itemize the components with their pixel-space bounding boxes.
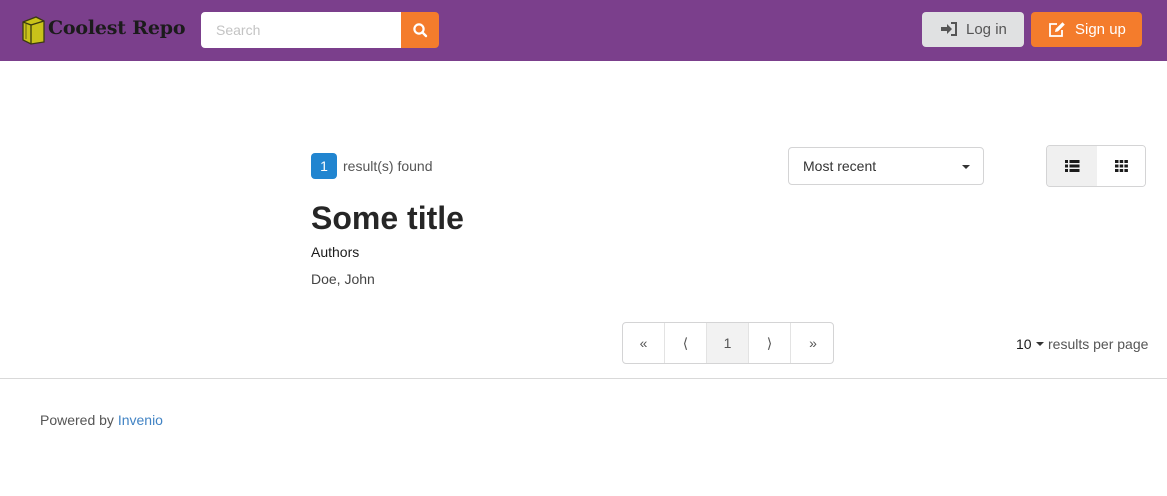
invenio-link[interactable]: Invenio	[118, 412, 163, 428]
result-count-badge: 1	[311, 153, 337, 179]
grid-icon	[1115, 160, 1128, 172]
last-page-button[interactable]: »	[791, 323, 833, 363]
per-page-value: 10	[1016, 336, 1032, 352]
author-name: Doe, John	[311, 271, 375, 287]
signup-button[interactable]: Sign up	[1031, 12, 1142, 47]
search-button[interactable]	[401, 12, 439, 48]
brand-name[interactable]: Coolest Repo	[48, 17, 186, 39]
first-page-button[interactable]: «	[623, 323, 665, 363]
pagination: « ⟨ 1 ⟩ »	[622, 322, 834, 364]
results-found-label: result(s) found	[343, 158, 433, 174]
search-input[interactable]	[201, 12, 401, 48]
per-page-dropdown[interactable]: 10	[1016, 336, 1045, 352]
list-view-button[interactable]	[1047, 146, 1098, 186]
result-item-title[interactable]: Some title	[311, 200, 464, 237]
sign-in-icon	[941, 22, 957, 36]
sort-dropdown[interactable]: Most recent	[788, 147, 984, 185]
caret-down-icon	[1036, 342, 1045, 346]
next-page-button[interactable]: ⟩	[749, 323, 791, 363]
list-icon	[1065, 160, 1080, 172]
view-mode-toggle	[1046, 145, 1146, 187]
sort-selected-value: Most recent	[803, 158, 877, 174]
per-page-label: results per page	[1048, 336, 1149, 352]
powered-by-label: Powered by	[40, 412, 114, 428]
prev-page-button[interactable]: ⟨	[665, 323, 707, 363]
footer: Powered by Invenio	[40, 412, 163, 428]
login-label: Log in	[966, 21, 1007, 38]
login-button[interactable]: Log in	[922, 12, 1024, 47]
footer-divider	[0, 378, 1167, 379]
caret-down-icon	[962, 165, 970, 169]
edit-icon	[1049, 22, 1065, 37]
signup-label: Sign up	[1075, 21, 1126, 38]
top-navbar: Coolest Repo Log in Sign up	[0, 0, 1167, 61]
authors-heading: Authors	[311, 244, 360, 260]
page-1-button[interactable]: 1	[707, 323, 749, 363]
grid-view-button[interactable]	[1097, 146, 1145, 186]
search-icon	[413, 23, 428, 38]
book-logo-icon	[22, 16, 45, 45]
